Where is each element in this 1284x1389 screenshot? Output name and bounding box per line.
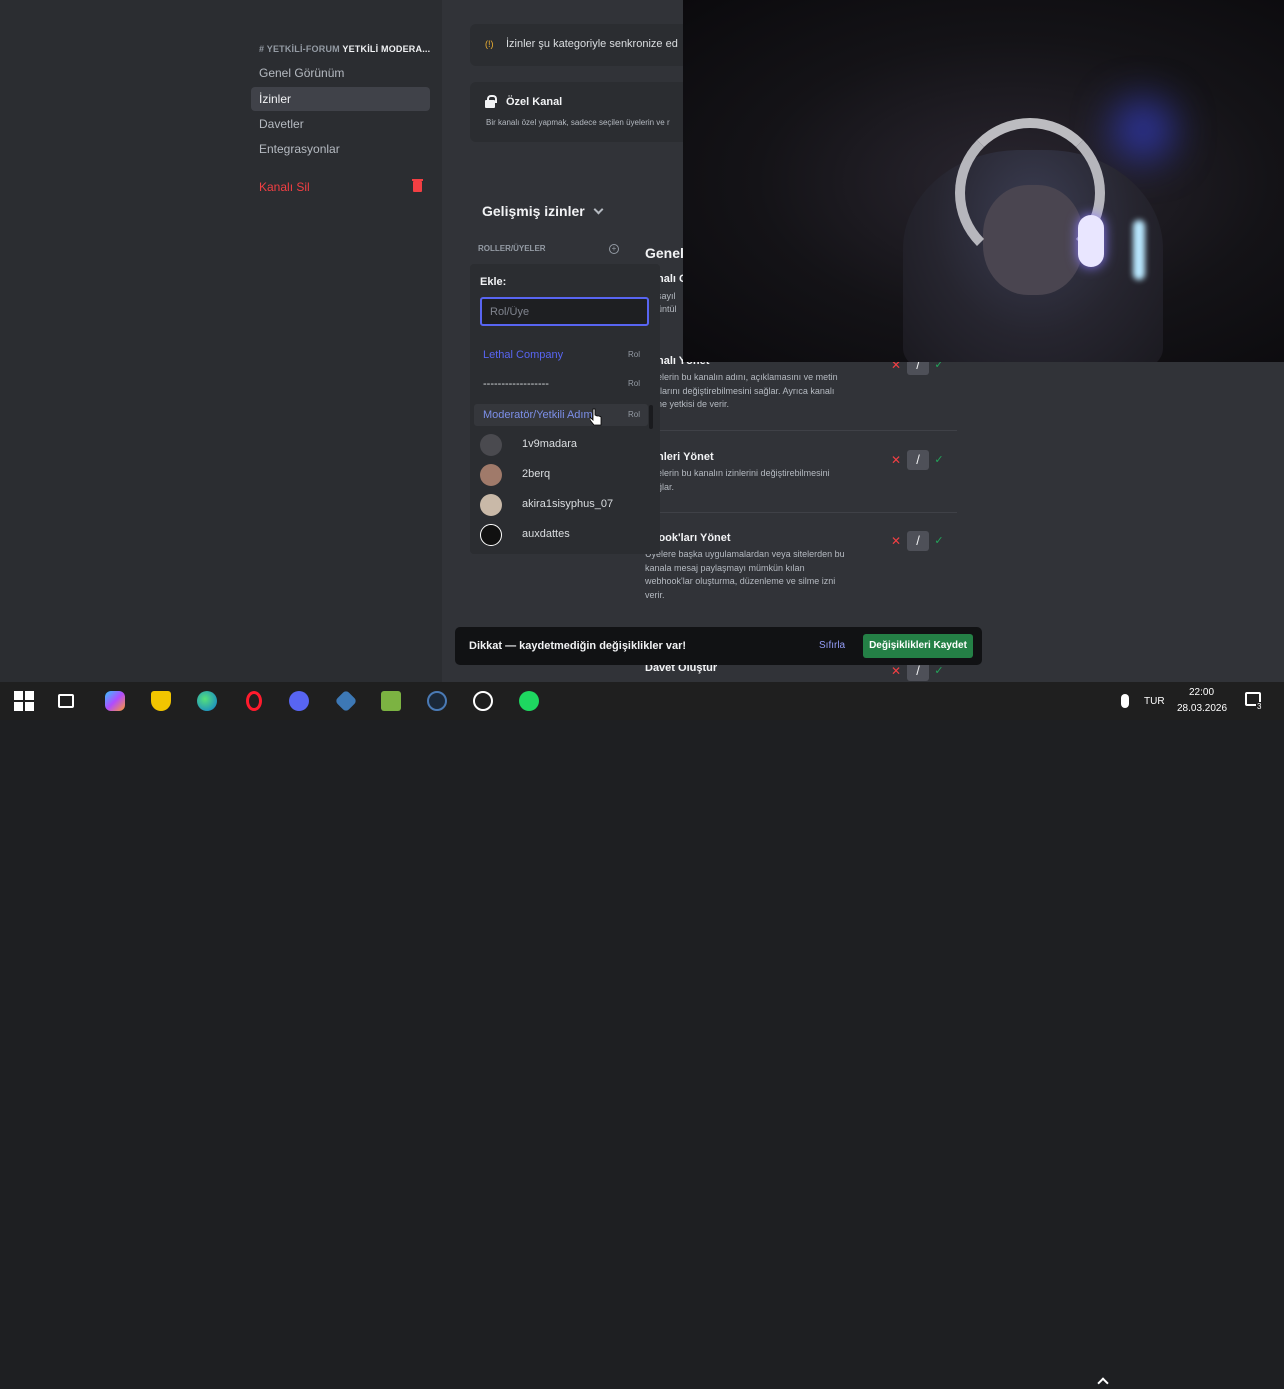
perm-manage-webhooks-desc: Üyelere başka uygulamalardan veya sitele… bbox=[645, 549, 845, 600]
unsaved-changes-text: Dikkat — kaydetmediğin değişiklikler var… bbox=[469, 640, 687, 652]
member-name: akira1sisyphus_07 bbox=[522, 498, 614, 510]
perm-divider bbox=[645, 512, 957, 513]
unsaved-changes-bar: Dikkat — kaydetmediğin değişiklikler var… bbox=[455, 627, 982, 665]
microphone-icon[interactable] bbox=[1121, 694, 1129, 708]
advanced-permissions-title[interactable]: Gelişmiş izinler bbox=[482, 203, 585, 219]
option-role-lethal-company[interactable]: Lethal Company Rol bbox=[474, 344, 648, 366]
perm-manage-webhooks-toggle[interactable]: ✕ / ✓ bbox=[889, 531, 967, 553]
copilot-icon[interactable] bbox=[105, 691, 125, 711]
avatar bbox=[480, 494, 502, 516]
option-label: Moderatör/Yetkili Adım bbox=[483, 409, 593, 421]
lock-icon bbox=[485, 95, 497, 108]
webcam-light-strip bbox=[1133, 220, 1145, 280]
role-member-search-input[interactable] bbox=[480, 297, 649, 326]
member-option[interactable]: akira1sisyphus_07 bbox=[480, 492, 650, 518]
perm-manage-permissions-toggle[interactable]: ✕ / ✓ bbox=[889, 450, 967, 472]
allow-icon[interactable]: ✓ bbox=[932, 453, 946, 466]
windows-taskbar: TUR 22:00 28.03.2026 3 bbox=[0, 682, 1284, 1389]
webcam-overlay bbox=[683, 0, 1284, 362]
app-icon[interactable] bbox=[334, 689, 358, 713]
deny-icon[interactable]: ✕ bbox=[889, 453, 903, 467]
avatar bbox=[480, 434, 502, 456]
headset-earcup bbox=[1078, 215, 1104, 267]
opera-browser-icon[interactable] bbox=[246, 691, 262, 711]
sync-icon: (!) bbox=[485, 39, 494, 49]
input-language[interactable]: TUR bbox=[1144, 696, 1165, 707]
show-hidden-icons-icon[interactable] bbox=[1097, 1377, 1109, 1389]
delete-channel-button[interactable]: Kanalı Sil bbox=[251, 175, 430, 199]
deny-icon[interactable]: ✕ bbox=[889, 534, 903, 548]
neutral-button[interactable]: / bbox=[907, 531, 929, 551]
save-changes-button[interactable]: Değişiklikleri Kaydet bbox=[863, 634, 973, 658]
obs-studio-icon[interactable] bbox=[473, 691, 493, 711]
clock-time[interactable]: 22:00 bbox=[1189, 687, 1214, 698]
channel-header: # YETKİLİ-FORUM YETKİLİ MODERA... bbox=[259, 44, 430, 54]
member-name: auxdattes bbox=[522, 528, 570, 540]
reset-button[interactable]: Sıfırla bbox=[819, 640, 845, 651]
webcam-light bbox=[1113, 100, 1173, 160]
option-role-moderator[interactable]: Moderatör/Yetkili Adım Rol bbox=[474, 404, 648, 426]
steam-icon[interactable] bbox=[427, 691, 447, 711]
option-type: Rol bbox=[627, 410, 640, 419]
roles-members-label: ROLLER/ÜYELER bbox=[478, 244, 546, 253]
discord-icon[interactable] bbox=[289, 691, 309, 711]
member-name: 1v9madara bbox=[522, 438, 578, 450]
trash-icon bbox=[412, 179, 423, 192]
sidebar-item-permissions[interactable]: İzinler bbox=[251, 87, 430, 111]
perm-divider bbox=[645, 430, 957, 431]
pointer-cursor-icon bbox=[590, 408, 602, 426]
neutral-button[interactable]: / bbox=[907, 450, 929, 470]
sync-notice-card: (!) İzinler şu kategoriyle senkronize ed bbox=[470, 24, 700, 66]
deny-icon[interactable]: ✕ bbox=[889, 664, 903, 678]
perm-manage-channel-desc: elerin bu kanalın adını, açıklamasını ve… bbox=[657, 372, 838, 409]
sidebar-item-integrations[interactable]: Entegrasyonlar bbox=[251, 137, 430, 161]
discord-app: # YETKİLİ-FORUM YETKİLİ MODERA... Genel … bbox=[0, 0, 1284, 682]
add-role-icon[interactable]: + bbox=[609, 244, 619, 254]
channel-header-prefix: # YETKİLİ-FORUM bbox=[259, 44, 340, 54]
windows-start-icon[interactable] bbox=[14, 691, 34, 711]
task-view-icon[interactable] bbox=[58, 694, 74, 708]
popup-add-label: Ekle: bbox=[480, 276, 507, 288]
norton-icon[interactable] bbox=[151, 691, 171, 711]
allow-icon[interactable]: ✓ bbox=[932, 534, 946, 547]
clock-date[interactable]: 28.03.2026 bbox=[1177, 703, 1227, 714]
private-channel-title: Özel Kanal bbox=[506, 96, 563, 108]
delete-channel-label: Kanalı Sil bbox=[259, 180, 310, 194]
sync-notice-text: İzinler şu kategoriyle senkronize ed bbox=[506, 38, 678, 50]
allow-icon[interactable]: ✓ bbox=[932, 664, 946, 677]
android-app-icon[interactable] bbox=[381, 691, 401, 711]
member-option[interactable]: auxdattes bbox=[480, 522, 650, 548]
option-label: Lethal Company bbox=[483, 349, 564, 361]
option-role-separator[interactable]: ------------------ Rol bbox=[474, 373, 648, 395]
sidebar-item-overview[interactable]: Genel Görünüm bbox=[251, 61, 430, 85]
spotify-icon[interactable] bbox=[519, 691, 539, 711]
popup-scrollbar[interactable] bbox=[649, 405, 653, 429]
sidebar-item-invites[interactable]: Davetler bbox=[251, 112, 430, 136]
member-name: 2berq bbox=[522, 468, 551, 480]
notification-count: 3 bbox=[1256, 702, 1263, 711]
general-section-title: Genel bbox=[645, 245, 684, 261]
settings-sidebar: # YETKİLİ-FORUM YETKİLİ MODERA... Genel … bbox=[0, 0, 442, 682]
option-type: Rol bbox=[627, 379, 640, 388]
avatar bbox=[480, 524, 502, 546]
edge-browser-icon[interactable] bbox=[197, 691, 217, 711]
add-role-member-popup: Ekle: Lethal Company Rol ---------------… bbox=[470, 264, 660, 554]
private-channel-card[interactable]: Özel Kanal Bir kanalı özel yapmak, sadec… bbox=[470, 82, 700, 142]
option-label: ------------------ bbox=[483, 378, 549, 390]
avatar bbox=[480, 464, 502, 486]
member-option[interactable]: 1v9madara bbox=[480, 432, 650, 458]
option-type: Rol bbox=[627, 350, 640, 359]
perm-manage-permissions-desc: elerin bu kanalın izinlerini değiştirebi… bbox=[657, 468, 830, 492]
member-option[interactable]: 2berq bbox=[480, 462, 650, 488]
channel-header-name: YETKİLİ MODERA... bbox=[342, 44, 431, 54]
perm-manage-permissions-title: nleri Yönet bbox=[657, 451, 714, 463]
private-channel-desc: Bir kanalı özel yapmak, sadece seçilen ü… bbox=[486, 118, 670, 127]
